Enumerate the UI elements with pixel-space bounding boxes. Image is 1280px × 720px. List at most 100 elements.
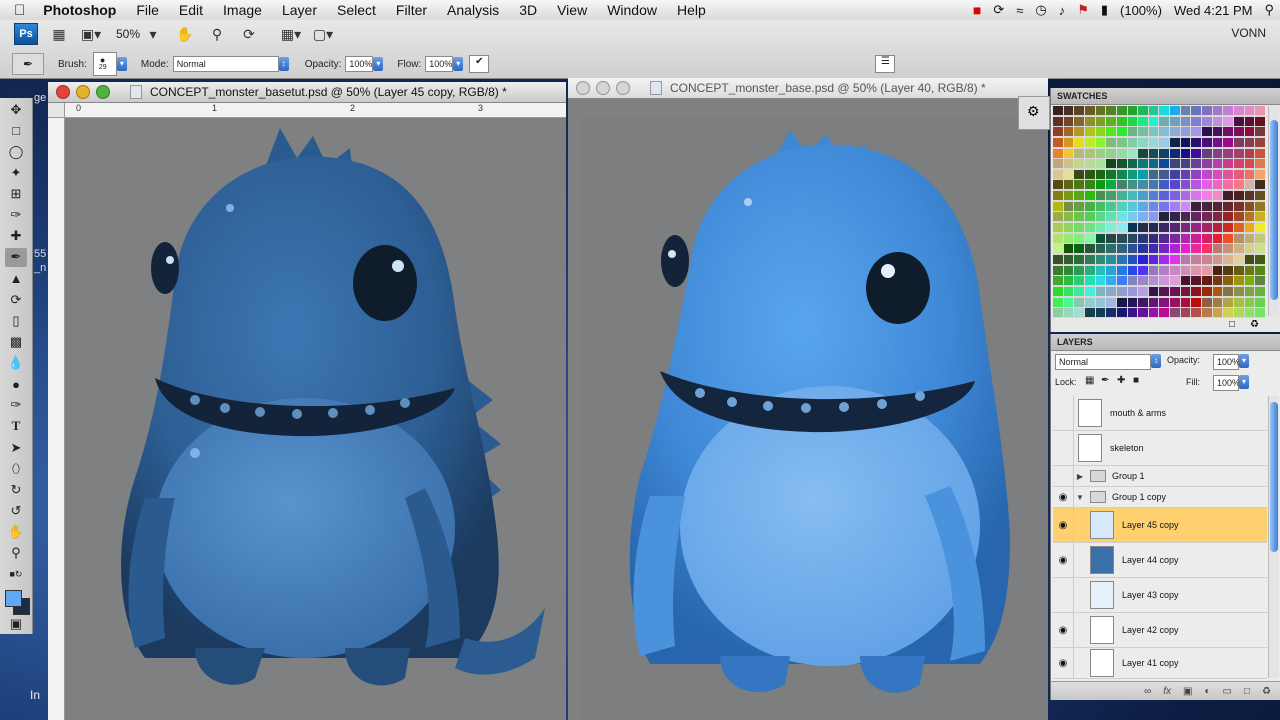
swatch[interactable] [1074, 201, 1084, 211]
swatch[interactable] [1180, 265, 1191, 275]
swatch[interactable] [1053, 137, 1063, 147]
swatch[interactable] [1095, 116, 1106, 126]
swatch[interactable] [1255, 223, 1265, 233]
app-menu[interactable]: Photoshop [33, 0, 126, 20]
swatch[interactable] [1202, 255, 1212, 265]
swatch[interactable] [1053, 244, 1063, 254]
pen-tool-icon[interactable]: ✑ [5, 396, 27, 415]
swatch[interactable] [1063, 169, 1074, 179]
canvas-left[interactable] [65, 118, 545, 720]
swatch[interactable] [1074, 191, 1084, 201]
swatch[interactable] [1255, 148, 1265, 158]
swatch[interactable] [1148, 255, 1159, 265]
swatch[interactable] [1191, 244, 1202, 254]
swatch[interactable] [1053, 169, 1063, 179]
swatch[interactable] [1212, 169, 1223, 179]
swatch[interactable] [1170, 201, 1180, 211]
swatch[interactable] [1127, 191, 1138, 201]
swatch[interactable] [1180, 159, 1191, 169]
swatch[interactable] [1074, 106, 1084, 115]
new-swatch-icon[interactable]: □ [1229, 319, 1235, 330]
swatch[interactable] [1063, 137, 1074, 147]
swatch[interactable] [1063, 201, 1074, 211]
swatch[interactable] [1106, 308, 1116, 318]
swatch[interactable] [1234, 180, 1244, 190]
swatch[interactable] [1191, 191, 1202, 201]
swatch[interactable] [1116, 180, 1127, 190]
swatch[interactable] [1138, 212, 1148, 222]
swatch[interactable] [1074, 308, 1084, 318]
swatch[interactable] [1255, 137, 1265, 147]
swatch[interactable] [1138, 265, 1148, 275]
swatch[interactable] [1223, 159, 1234, 169]
layer-row[interactable]: mouth & arms [1053, 396, 1267, 431]
menu-select[interactable]: Select [327, 0, 386, 20]
swatch[interactable] [1223, 191, 1234, 201]
menu-edit[interactable]: Edit [169, 0, 213, 20]
swatch[interactable] [1212, 106, 1223, 115]
swatch[interactable] [1138, 255, 1148, 265]
swatch[interactable] [1170, 180, 1180, 190]
swatch[interactable] [1127, 297, 1138, 307]
swatch[interactable] [1212, 287, 1223, 297]
swatch[interactable] [1106, 201, 1116, 211]
swatch[interactable] [1244, 201, 1255, 211]
layer-opacity-field[interactable]: 100% [1213, 354, 1240, 370]
swatch[interactable] [1095, 191, 1106, 201]
swatch[interactable] [1234, 223, 1244, 233]
swatch[interactable] [1255, 212, 1265, 222]
swatch[interactable] [1255, 116, 1265, 126]
opacity-dropdown-arrow[interactable]: ▾ [373, 57, 384, 71]
swatch[interactable] [1244, 223, 1255, 233]
layers-scrollbar[interactable] [1268, 396, 1279, 678]
delete-layer-icon[interactable]: ♻ [1262, 686, 1271, 697]
swatch[interactable] [1212, 191, 1223, 201]
zoom-dropdown-icon[interactable]: ▾ [142, 25, 164, 43]
swatch[interactable] [1170, 159, 1180, 169]
swatch[interactable] [1170, 148, 1180, 158]
swatch[interactable] [1212, 159, 1223, 169]
swatch[interactable] [1255, 201, 1265, 211]
swatch[interactable] [1191, 276, 1202, 286]
swatch[interactable] [1127, 244, 1138, 254]
lock-pixels-icon[interactable]: ✒ [1101, 375, 1109, 386]
swatch[interactable] [1234, 255, 1244, 265]
volume-icon[interactable]: ♪ [1053, 3, 1072, 18]
swatch[interactable] [1170, 287, 1180, 297]
swatch[interactable] [1116, 233, 1127, 243]
flow-dropdown-arrow[interactable]: ▾ [453, 57, 464, 71]
swatch[interactable] [1159, 308, 1170, 318]
type-tool-icon[interactable]: T [5, 417, 27, 436]
layer-opacity-arrow[interactable]: ▾ [1239, 354, 1249, 368]
swatch[interactable] [1116, 106, 1127, 115]
spotlight-icon[interactable]: ⚲ [1258, 2, 1280, 18]
swatch[interactable] [1106, 127, 1116, 137]
quick-mask-icon[interactable]: ▣ [5, 615, 27, 634]
swatch[interactable] [1074, 127, 1084, 137]
swatch[interactable] [1148, 159, 1159, 169]
apple-menu-icon[interactable]:  [0, 2, 33, 19]
swatch[interactable] [1202, 223, 1212, 233]
swatch[interactable] [1223, 308, 1234, 318]
swatch[interactable] [1106, 244, 1116, 254]
swatch[interactable] [1084, 276, 1095, 286]
shape-tool-icon[interactable]: ⬯ [5, 459, 27, 478]
swatch[interactable] [1180, 169, 1191, 179]
swatch[interactable] [1159, 244, 1170, 254]
swatch[interactable] [1191, 201, 1202, 211]
swatch[interactable] [1223, 255, 1234, 265]
swatch[interactable] [1063, 244, 1074, 254]
swatch[interactable] [1234, 116, 1244, 126]
swatch[interactable] [1063, 116, 1074, 126]
zoom-tool-icon[interactable]: ⚲ [206, 25, 228, 43]
sync-icon[interactable]: ⟳ [987, 2, 1010, 18]
vertical-ruler[interactable] [48, 103, 65, 720]
opacity-field[interactable]: 100% [345, 56, 374, 72]
swatch[interactable] [1063, 276, 1074, 286]
swatch[interactable] [1106, 265, 1116, 275]
menu-3d[interactable]: 3D [509, 0, 547, 20]
swatch[interactable] [1063, 308, 1074, 318]
swatch[interactable] [1234, 137, 1244, 147]
swatch[interactable] [1159, 233, 1170, 243]
swatch[interactable] [1212, 276, 1223, 286]
